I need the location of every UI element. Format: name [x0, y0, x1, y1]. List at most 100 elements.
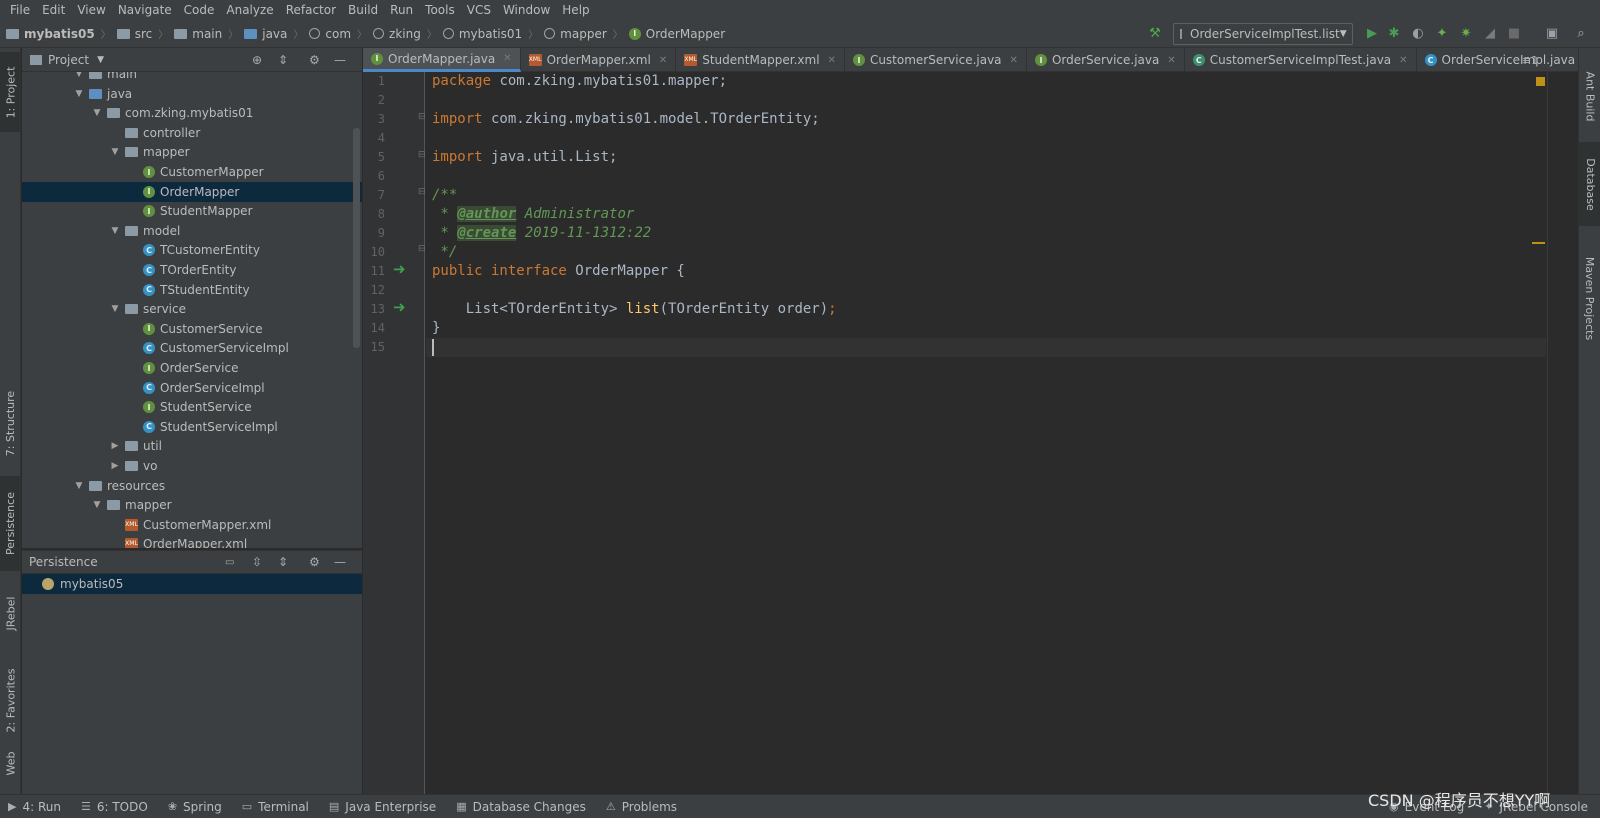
tool-window-button[interactable]: ❀ Spring: [168, 800, 222, 814]
breadcrumb-item[interactable]: com 〉: [303, 26, 367, 41]
warning-stripe[interactable]: [1532, 242, 1545, 244]
expanded-arrow-icon[interactable]: ▼: [73, 89, 85, 99]
menu-code[interactable]: Code: [178, 0, 221, 20]
tree-item[interactable]: I StudentMapper: [22, 201, 362, 221]
implemented-arrow-icon[interactable]: ➜: [393, 260, 406, 278]
tool-tab-ant-build[interactable]: Ant Build: [1579, 56, 1600, 136]
tool-window-button[interactable]: ▤ Java Enterprise: [329, 800, 436, 814]
tool-window-button[interactable]: ▦ Database Changes: [456, 800, 586, 814]
menu-help[interactable]: Help: [556, 0, 595, 20]
tree-item[interactable]: ▼ service: [22, 299, 362, 319]
tree-item[interactable]: controller: [22, 123, 362, 143]
breadcrumb-item[interactable]: mybatis05 〉: [0, 26, 111, 41]
query-console-icon[interactable]: ▭: [225, 557, 234, 568]
tree-item[interactable]: C TStudentEntity: [22, 280, 362, 300]
gear-icon[interactable]: ⚙: [309, 53, 320, 67]
menu-tools[interactable]: Tools: [419, 0, 461, 20]
editor-tab[interactable]: C CustomerServiceImplTest.java ✕: [1185, 48, 1417, 72]
tree-item[interactable]: ▼ mapper: [22, 495, 362, 515]
tool-tab-structure[interactable]: 7: Structure: [0, 378, 21, 468]
tree-item[interactable]: ▼ resources: [22, 476, 362, 496]
tree-item[interactable]: ▶ vo: [22, 456, 362, 476]
warning-marker[interactable]: [1536, 77, 1545, 86]
menu-refactor[interactable]: Refactor: [280, 0, 342, 20]
collapse-all-icon[interactable]: ⇕: [278, 555, 288, 569]
tree-item[interactable]: C TCustomerEntity: [22, 240, 362, 260]
collapse-icon[interactable]: ⇕: [278, 53, 288, 67]
menu-build[interactable]: Build: [342, 0, 384, 20]
tree-item[interactable]: ▼ java: [22, 84, 362, 104]
editor-scrollbar[interactable]: [1532, 72, 1577, 794]
editor-tab[interactable]: I CustomerService.java ✕: [845, 48, 1027, 72]
breadcrumb-item[interactable]: I OrderMapper: [623, 27, 725, 41]
tree-item[interactable]: ▼ com.zking.mybatis01: [22, 103, 362, 123]
tree-item[interactable]: I OrderMapper: [22, 181, 362, 202]
chevron-down-icon[interactable]: ▼: [97, 55, 104, 65]
breadcrumb-item[interactable]: zking 〉: [367, 26, 437, 41]
hide-icon[interactable]: —: [334, 53, 346, 67]
expanded-arrow-icon[interactable]: ▼: [91, 108, 103, 118]
jrebel-debug-icon[interactable]: ✷: [1459, 27, 1473, 41]
build-hammer-icon[interactable]: ⚒: [1148, 27, 1162, 41]
tree-item[interactable]: ▼ model: [22, 221, 362, 241]
expanded-arrow-icon[interactable]: ▼: [109, 226, 121, 236]
tool-window-button[interactable]: ▶ 4: Run: [8, 800, 61, 814]
expanded-arrow-icon[interactable]: ▼: [73, 481, 85, 491]
expanded-arrow-icon[interactable]: ▼: [91, 500, 103, 510]
menu-edit[interactable]: Edit: [36, 0, 71, 20]
menu-run[interactable]: Run: [384, 0, 419, 20]
tool-window-button[interactable]: ⚠ Problems: [606, 800, 677, 814]
fold-marker-icon[interactable]: ⊟: [418, 244, 426, 254]
code-editor[interactable]: package com.zking.mybatis01.mapper; impo…: [426, 72, 1546, 794]
tool-tab-database[interactable]: Database: [1579, 142, 1600, 226]
tree-item[interactable]: ▼ main: [22, 72, 362, 84]
close-icon[interactable]: ✕: [1167, 55, 1175, 66]
breadcrumb-item[interactable]: src 〉: [111, 26, 168, 41]
jrebel-run-icon[interactable]: ✦: [1435, 27, 1449, 41]
gear-icon[interactable]: ⚙: [309, 555, 320, 569]
menu-view[interactable]: View: [71, 0, 111, 20]
fold-marker-icon[interactable]: ⊟: [418, 112, 426, 122]
editor-tab[interactable]: XML StudentMapper.xml ✕: [676, 48, 845, 72]
close-icon[interactable]: ✕: [828, 55, 836, 66]
menu-navigate[interactable]: Navigate: [112, 0, 178, 20]
tool-tab-jrebel[interactable]: JRebel: [0, 578, 21, 648]
tool-tab-maven[interactable]: Maven Projects: [1579, 234, 1600, 362]
editor-tab[interactable]: I OrderMapper.java ✕: [363, 48, 521, 72]
fold-marker-icon[interactable]: ⊟: [418, 150, 426, 160]
breadcrumb-item[interactable]: mybatis01 〉: [437, 26, 538, 41]
tree-item[interactable]: I CustomerMapper: [22, 162, 362, 182]
hide-icon[interactable]: —: [334, 555, 346, 569]
expand-all-icon[interactable]: ⇳: [252, 555, 262, 569]
tool-window-button[interactable]: ☰ 6: TODO: [81, 800, 148, 814]
stop-icon[interactable]: ■: [1507, 27, 1521, 41]
tool-tab-persistence[interactable]: Persistence: [0, 476, 21, 571]
debug-icon[interactable]: ✱: [1387, 27, 1401, 41]
tree-item[interactable]: I StudentService: [22, 397, 362, 417]
tree-scrollbar[interactable]: [353, 128, 360, 348]
menu-analyze[interactable]: Analyze: [220, 0, 279, 20]
menu-file[interactable]: File: [4, 0, 36, 20]
run-configuration-select[interactable]: OrderServiceImplTest.list ▼: [1173, 23, 1353, 45]
close-icon[interactable]: ✕: [659, 55, 667, 66]
fold-marker-icon[interactable]: ⊟: [418, 187, 426, 197]
collapsed-arrow-icon[interactable]: ▶: [109, 441, 121, 451]
close-icon[interactable]: ✕: [1010, 55, 1018, 66]
project-structure-icon[interactable]: ▣: [1545, 27, 1559, 41]
expanded-arrow-icon[interactable]: ▼: [73, 72, 85, 79]
editor-tab[interactable]: COrderServiceImpl.java✕: [1417, 48, 1600, 72]
run-icon[interactable]: ▶: [1365, 27, 1379, 41]
locate-icon[interactable]: ⊕: [252, 53, 262, 67]
tool-tab-project[interactable]: 1: Project: [0, 52, 21, 132]
tree-item[interactable]: ▼ mapper: [22, 142, 362, 162]
breadcrumb-item[interactable]: java 〉: [238, 26, 303, 41]
breadcrumb-item[interactable]: main 〉: [168, 26, 238, 41]
tree-item[interactable]: C StudentServiceImpl: [22, 417, 362, 437]
collapsed-arrow-icon[interactable]: ▶: [109, 461, 121, 471]
tree-item[interactable]: I CustomerService: [22, 319, 362, 339]
breadcrumb-item[interactable]: mapper 〉: [538, 26, 623, 41]
persistence-item[interactable]: mybatis05: [22, 574, 362, 594]
close-icon[interactable]: ✕: [1399, 55, 1407, 66]
tree-item[interactable]: I OrderService: [22, 358, 362, 378]
tree-item[interactable]: ▶ util: [22, 436, 362, 456]
